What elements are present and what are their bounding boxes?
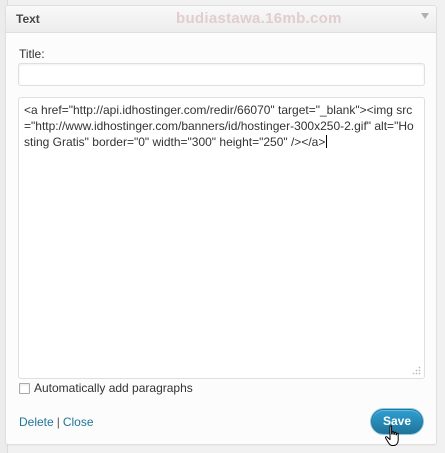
autop-option[interactable]: Automatically add paragraphs bbox=[19, 380, 193, 396]
watermark-text: budiastawa.16mb.com bbox=[176, 10, 342, 27]
hand-cursor-icon bbox=[384, 425, 399, 446]
autop-label: Automatically add paragraphs bbox=[34, 381, 193, 395]
content-textarea[interactable]: <a href="http://api.idhostinger.com/redi… bbox=[18, 97, 425, 379]
autop-checkbox[interactable] bbox=[19, 382, 30, 394]
triangle-down-icon[interactable] bbox=[421, 13, 429, 19]
title-label: Title: bbox=[19, 47, 45, 61]
widget-header[interactable]: Text budiastawa.16mb.com bbox=[6, 6, 436, 33]
content-text: <a href="http://api.idhostinger.com/redi… bbox=[24, 103, 414, 149]
title-input[interactable] bbox=[18, 63, 425, 86]
widget-control-actions: Delete | Close bbox=[19, 415, 94, 429]
delete-link[interactable]: Delete bbox=[19, 415, 54, 429]
text-widget: Text budiastawa.16mb.com Title: <a href=… bbox=[5, 5, 437, 445]
resize-grip-icon[interactable] bbox=[411, 365, 421, 375]
text-caret bbox=[326, 135, 328, 148]
link-separator: | bbox=[56, 415, 60, 429]
close-link[interactable]: Close bbox=[63, 415, 94, 429]
widget-title: Text bbox=[16, 12, 40, 26]
